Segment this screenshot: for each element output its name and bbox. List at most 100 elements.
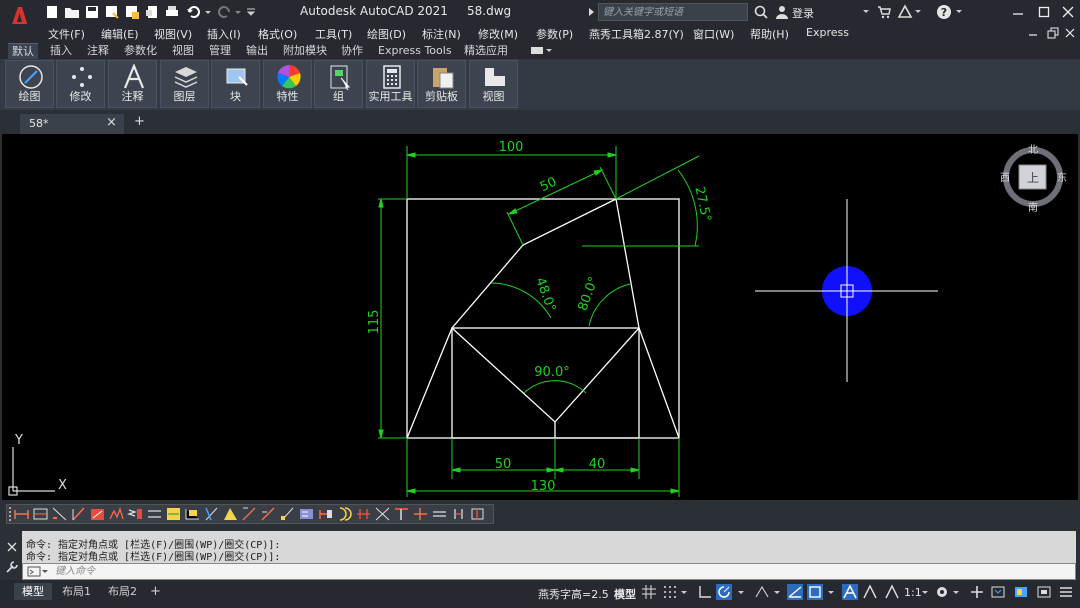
add-layout-icon[interactable]: +	[150, 583, 161, 600]
open-folder-icon[interactable]	[64, 4, 80, 20]
object-snap-tracking-icon[interactable]	[787, 584, 803, 600]
polar-dropdown-icon[interactable]	[737, 584, 745, 600]
dim-angle-left[interactable]: 48.0°	[532, 276, 558, 314]
outline-polyline[interactable]	[406, 198, 680, 439]
workspace-gear-icon[interactable]	[934, 584, 950, 600]
menu-dimension[interactable]: 标注(N)	[422, 26, 461, 42]
grid-icon[interactable]	[641, 584, 657, 600]
menu-help[interactable]: 帮助(H)	[750, 26, 789, 42]
user-icon[interactable]	[775, 5, 789, 19]
isodraft-dropdown-icon[interactable]	[773, 584, 781, 600]
tab-express-tools[interactable]: Express Tools	[378, 43, 452, 58]
menu-format[interactable]: 格式(O)	[258, 26, 297, 42]
menu-edit[interactable]: 编辑(E)	[101, 26, 139, 42]
ordinate-icon[interactable]	[70, 506, 87, 522]
menu-modify[interactable]: 修改(M)	[478, 26, 518, 42]
minimize-icon[interactable]	[1012, 6, 1024, 18]
tab-annotate[interactable]: 注释	[87, 43, 109, 58]
save-as-icon[interactable]	[104, 4, 120, 20]
snap-dropdown-icon[interactable]	[680, 584, 688, 600]
polar-tracking-icon[interactable]	[716, 584, 732, 600]
dim-bottom-left[interactable]: 50	[495, 457, 512, 472]
jogged-icon[interactable]	[108, 506, 125, 522]
print-icon[interactable]	[164, 4, 180, 20]
isolate-objects-icon[interactable]	[1036, 584, 1052, 600]
ribbon-block-button[interactable]: 块	[211, 60, 260, 108]
search-icon[interactable]	[754, 5, 768, 19]
menu-draw[interactable]: 绘图(D)	[367, 26, 406, 42]
units-icon[interactable]	[990, 584, 1006, 600]
baseline-icon[interactable]	[184, 506, 201, 522]
inner-rectangle[interactable]	[451, 327, 640, 439]
right-justify-icon[interactable]	[412, 506, 429, 522]
ribbon-toggle-icon[interactable]	[530, 45, 552, 56]
jogged-linear-icon[interactable]	[317, 506, 334, 522]
document-tab[interactable]: 58* ×	[20, 114, 124, 134]
autodesk-a360-icon[interactable]	[897, 4, 913, 19]
inspect-icon[interactable]	[298, 506, 315, 522]
cloud-save-icon[interactable]	[144, 4, 160, 20]
viewcube-south[interactable]: 南	[1028, 201, 1038, 214]
viewcube-east[interactable]: 东	[1057, 171, 1067, 184]
tab-view[interactable]: 视图	[172, 43, 194, 58]
aligned-dimension-icon[interactable]	[32, 506, 49, 522]
menu-window[interactable]: 窗口(W)	[693, 26, 734, 42]
command-input[interactable]: 键入命令	[55, 564, 95, 579]
text-angle-icon[interactable]	[355, 506, 372, 522]
annotation-scale-icon[interactable]	[884, 584, 900, 600]
menu-file[interactable]: 文件(F)	[48, 26, 85, 42]
dim-bottom-right[interactable]: 40	[589, 457, 606, 472]
quick-properties-icon[interactable]	[1013, 584, 1029, 600]
isodraft-icon[interactable]	[754, 584, 770, 600]
command-close-icon[interactable]	[6, 541, 18, 553]
menu-close-icon[interactable]	[1065, 28, 1075, 38]
tab-insert[interactable]: 插入	[50, 43, 72, 58]
auto-scale-icon[interactable]	[862, 584, 878, 600]
dim-overall-width[interactable]: 130	[531, 479, 556, 494]
login-dropdown-icon[interactable]	[862, 8, 870, 16]
dim-height[interactable]: 115	[367, 310, 382, 335]
tolerance-icon[interactable]	[260, 506, 277, 522]
radius-icon[interactable]	[89, 506, 106, 522]
tab-manage[interactable]: 管理	[209, 43, 231, 58]
viewcube-west[interactable]: 西	[1000, 173, 1010, 184]
menu-minimize-icon[interactable]	[1028, 28, 1038, 38]
oblique-icon[interactable]	[336, 506, 353, 522]
osnap-dropdown-icon[interactable]	[827, 584, 835, 600]
a360-dropdown-icon[interactable]	[914, 8, 922, 16]
help-dropdown-icon[interactable]	[955, 8, 963, 16]
tab-default[interactable]: 默认	[8, 43, 38, 59]
scale-dropdown-icon[interactable]	[921, 584, 929, 600]
web-save-icon[interactable]	[124, 4, 140, 20]
customize-status-bar-icon[interactable]	[1058, 584, 1074, 600]
search-input[interactable]: 键入关键字或短语	[598, 3, 748, 21]
tab-collaborate[interactable]: 协作	[341, 43, 363, 58]
annotation-visibility-icon[interactable]	[842, 584, 858, 600]
maximize-icon[interactable]	[1038, 6, 1050, 18]
tab-parametric[interactable]: 参数化	[124, 43, 157, 58]
undo-icon[interactable]	[186, 4, 202, 20]
close-icon[interactable]	[1062, 6, 1074, 18]
text-height-status[interactable]: 燕秀字高=2.5	[538, 586, 609, 602]
ribbon-modify-button[interactable]: 修改	[56, 60, 105, 108]
menu-restore-icon[interactable]	[1047, 27, 1059, 39]
ribbon-utilities-button[interactable]: 实用工具	[366, 60, 415, 108]
redo-icon[interactable]	[216, 4, 232, 20]
object-snap-icon[interactable]	[807, 584, 823, 600]
ortho-icon[interactable]	[697, 584, 713, 600]
new-file-icon[interactable]	[44, 4, 60, 20]
tab-addins[interactable]: 附加模块	[283, 43, 327, 58]
dim-top-width[interactable]: 100	[499, 140, 524, 155]
menu-yanxiu-tools[interactable]: 燕秀工具箱2.87(Y)	[589, 26, 684, 42]
command-settings-wrench-icon[interactable]	[5, 560, 19, 574]
login-label[interactable]: 登录	[792, 5, 814, 21]
left-justify-icon[interactable]	[374, 506, 391, 522]
ribbon-annotate-button[interactable]: 注释	[108, 60, 157, 108]
annotation-scale-value[interactable]: 1:1	[904, 586, 922, 599]
tab-output[interactable]: 输出	[246, 43, 268, 58]
customize-qat-icon[interactable]	[246, 4, 256, 20]
workspace-dropdown-icon[interactable]	[952, 584, 960, 600]
ribbon-view-button[interactable]: 视图	[469, 60, 518, 108]
model-space-toggle[interactable]: 模型	[614, 586, 636, 602]
help-icon[interactable]: ?	[936, 4, 952, 20]
